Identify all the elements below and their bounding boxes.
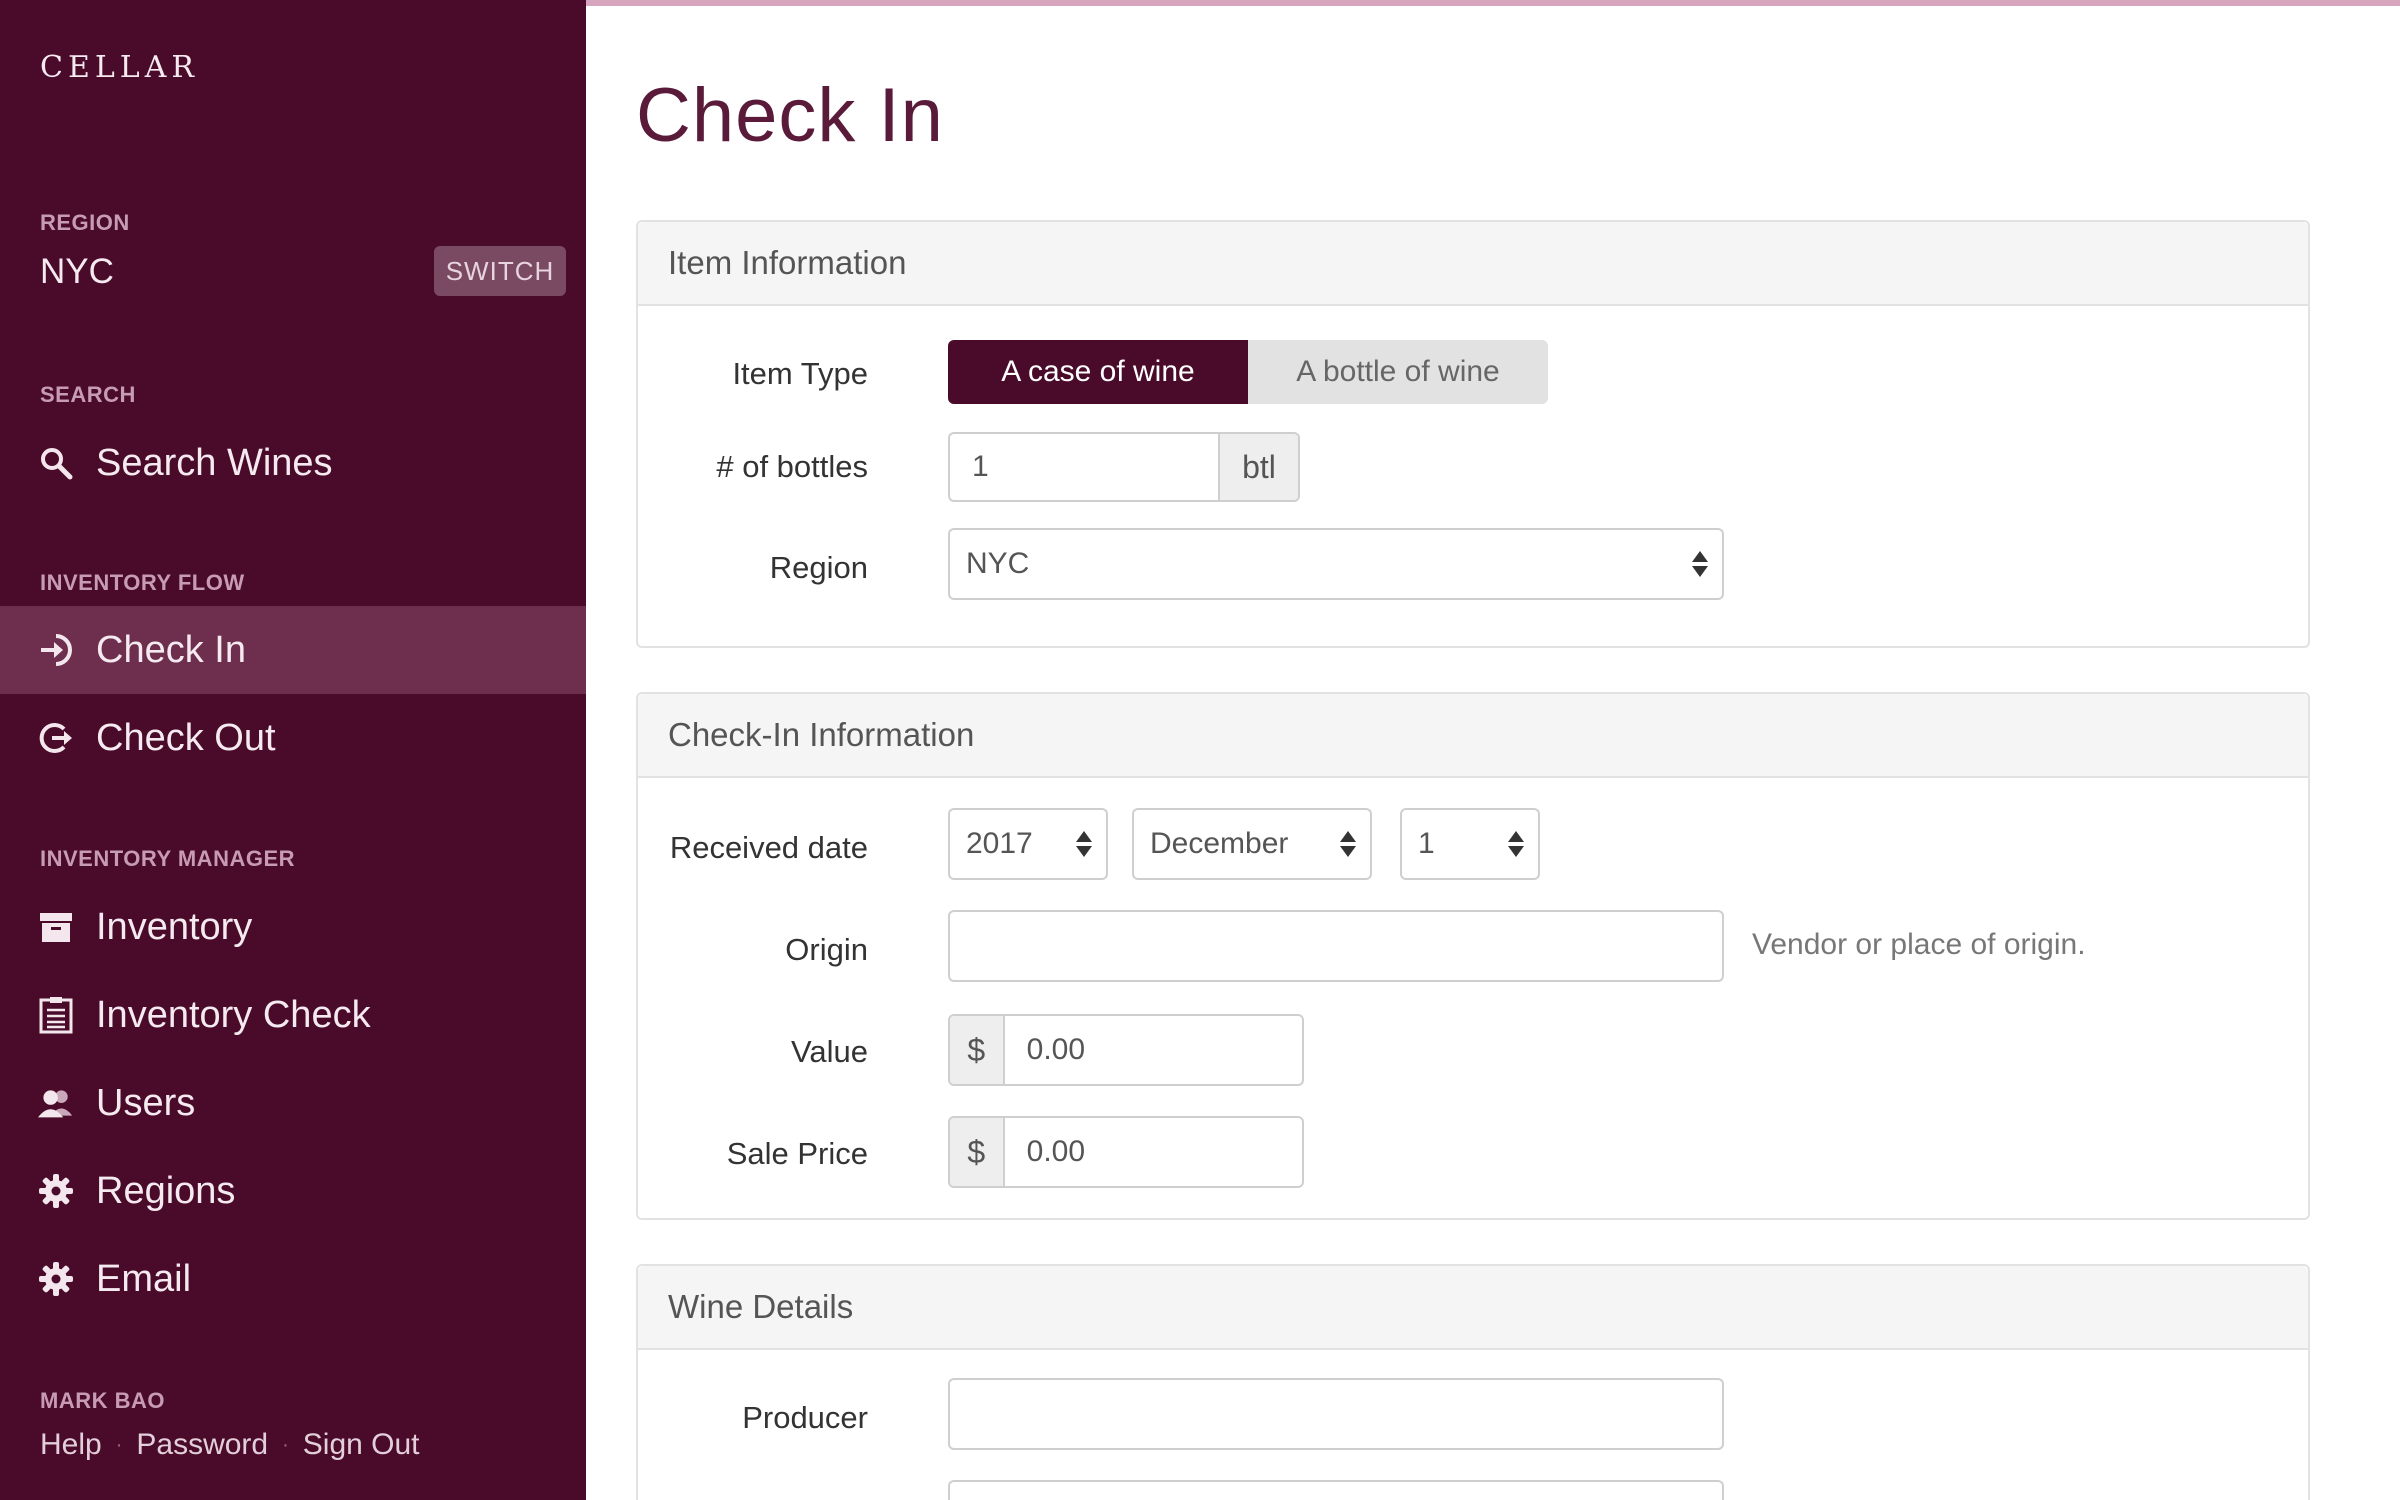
- origin-help-text: Vendor or place of origin.: [1752, 928, 2086, 961]
- next-field[interactable]: [948, 1480, 1724, 1500]
- received-date-label: Received date: [669, 830, 868, 865]
- region-select-value: NYC: [966, 547, 1030, 580]
- item-information-panel: Item Information Item Type A case of win…: [636, 220, 2310, 648]
- sidebar-item-label: Inventory Check: [96, 993, 371, 1036]
- producer-field: [948, 1378, 1724, 1450]
- origin-label: Origin: [785, 932, 868, 967]
- select-arrows-icon: [1340, 831, 1356, 857]
- received-year-select[interactable]: 2017: [948, 808, 1108, 880]
- region-select[interactable]: NYC: [948, 528, 1724, 600]
- sidebar-item-email[interactable]: Email: [0, 1235, 586, 1323]
- select-arrows-icon: [1508, 831, 1524, 857]
- currency-addon: $: [950, 1016, 1005, 1084]
- sidebar-item-users[interactable]: Users: [0, 1059, 586, 1147]
- item-type-toggle: A case of wine A bottle of wine: [948, 340, 1548, 404]
- sale-price-group: $: [948, 1116, 1304, 1188]
- bottle-of-wine-option[interactable]: A bottle of wine: [1248, 340, 1548, 404]
- item-type-label: Item Type: [732, 356, 868, 391]
- bottles-count-input[interactable]: [950, 434, 1220, 500]
- bottles-count-group: btl: [948, 432, 1300, 502]
- sidebar: CELLAR REGION NYC SWITCH SEARCH Search W…: [0, 0, 586, 1500]
- gear-icon: [38, 1173, 74, 1209]
- archive-icon: [38, 909, 74, 945]
- sidebar-item-regions[interactable]: Regions: [0, 1147, 586, 1235]
- current-region: NYC: [40, 252, 114, 291]
- region-label: Region: [769, 550, 868, 585]
- password-link[interactable]: Password: [136, 1428, 268, 1462]
- help-link[interactable]: Help: [40, 1428, 102, 1462]
- sidebar-item-inventory-check[interactable]: Inventory Check: [0, 971, 586, 1059]
- account-links: Help · Password · Sign Out: [40, 1428, 420, 1462]
- sidebar-item-label: Users: [96, 1081, 196, 1124]
- sidebar-item-label: Check In: [96, 628, 246, 671]
- value-label: Value: [791, 1034, 868, 1069]
- search-icon: [38, 445, 74, 481]
- origin-field: [948, 910, 1724, 982]
- origin-input[interactable]: [950, 912, 1722, 980]
- sale-price-label: Sale Price: [726, 1136, 868, 1171]
- check-in-information-panel: Check-In Information Received date 2017 …: [636, 692, 2310, 1220]
- day-select-value: 1: [1418, 827, 1435, 860]
- search-section-label: SEARCH: [40, 382, 136, 407]
- region-section-label: REGION: [40, 210, 130, 235]
- user-name-label: MARK BAO: [40, 1388, 165, 1413]
- value-input[interactable]: [1004, 1016, 1302, 1084]
- sidebar-item-label: Email: [96, 1257, 192, 1300]
- sidebar-item-label: Check Out: [96, 716, 276, 759]
- sidebar-item-check-out[interactable]: Check Out: [0, 694, 586, 782]
- sign-out-link[interactable]: Sign Out: [303, 1428, 420, 1462]
- sidebar-item-label: Inventory: [96, 905, 253, 948]
- select-arrows-icon: [1076, 831, 1092, 857]
- currency-addon: $: [950, 1118, 1005, 1186]
- sign-out-icon: [38, 720, 74, 756]
- year-select-value: 2017: [966, 827, 1033, 860]
- top-accent-bar: [586, 0, 2400, 6]
- bottles-count-label: # of bottles: [716, 449, 868, 484]
- case-of-wine-option[interactable]: A case of wine: [948, 340, 1248, 404]
- received-month-select[interactable]: December: [1132, 808, 1372, 880]
- sidebar-item-label: Search Wines: [96, 441, 333, 484]
- sidebar-item-inventory[interactable]: Inventory: [0, 883, 586, 971]
- brand-logo[interactable]: CELLAR: [40, 50, 199, 85]
- inventory-manager-section-label: INVENTORY MANAGER: [40, 846, 296, 871]
- link-separator: ·: [282, 1433, 289, 1456]
- panel-heading: Wine Details: [638, 1266, 2308, 1350]
- sale-price-input[interactable]: [1004, 1118, 1302, 1186]
- producer-input[interactable]: [950, 1380, 1722, 1448]
- panel-heading: Item Information: [638, 222, 2308, 306]
- users-icon: [38, 1085, 74, 1121]
- panel-heading: Check-In Information: [638, 694, 2308, 778]
- sidebar-item-label: Regions: [96, 1169, 236, 1212]
- switch-region-button[interactable]: SWITCH: [434, 246, 566, 296]
- gear-icon: [38, 1261, 74, 1297]
- sidebar-item-check-in[interactable]: Check In: [0, 606, 586, 694]
- producer-label: Producer: [742, 1400, 868, 1435]
- page-title: Check In: [636, 73, 944, 158]
- month-select-value: December: [1150, 827, 1289, 860]
- inventory-flow-section-label: INVENTORY FLOW: [40, 570, 245, 595]
- value-group: $: [948, 1014, 1304, 1086]
- bottles-unit-addon: btl: [1220, 434, 1298, 500]
- select-arrows-icon: [1692, 551, 1708, 577]
- sign-in-icon: [38, 632, 74, 668]
- sidebar-item-search-wines[interactable]: Search Wines: [0, 419, 586, 507]
- received-day-select[interactable]: 1: [1400, 808, 1540, 880]
- clipboard-list-icon: [38, 997, 74, 1034]
- link-separator: ·: [115, 1433, 123, 1456]
- wine-details-panel: Wine Details Producer: [636, 1264, 2310, 1500]
